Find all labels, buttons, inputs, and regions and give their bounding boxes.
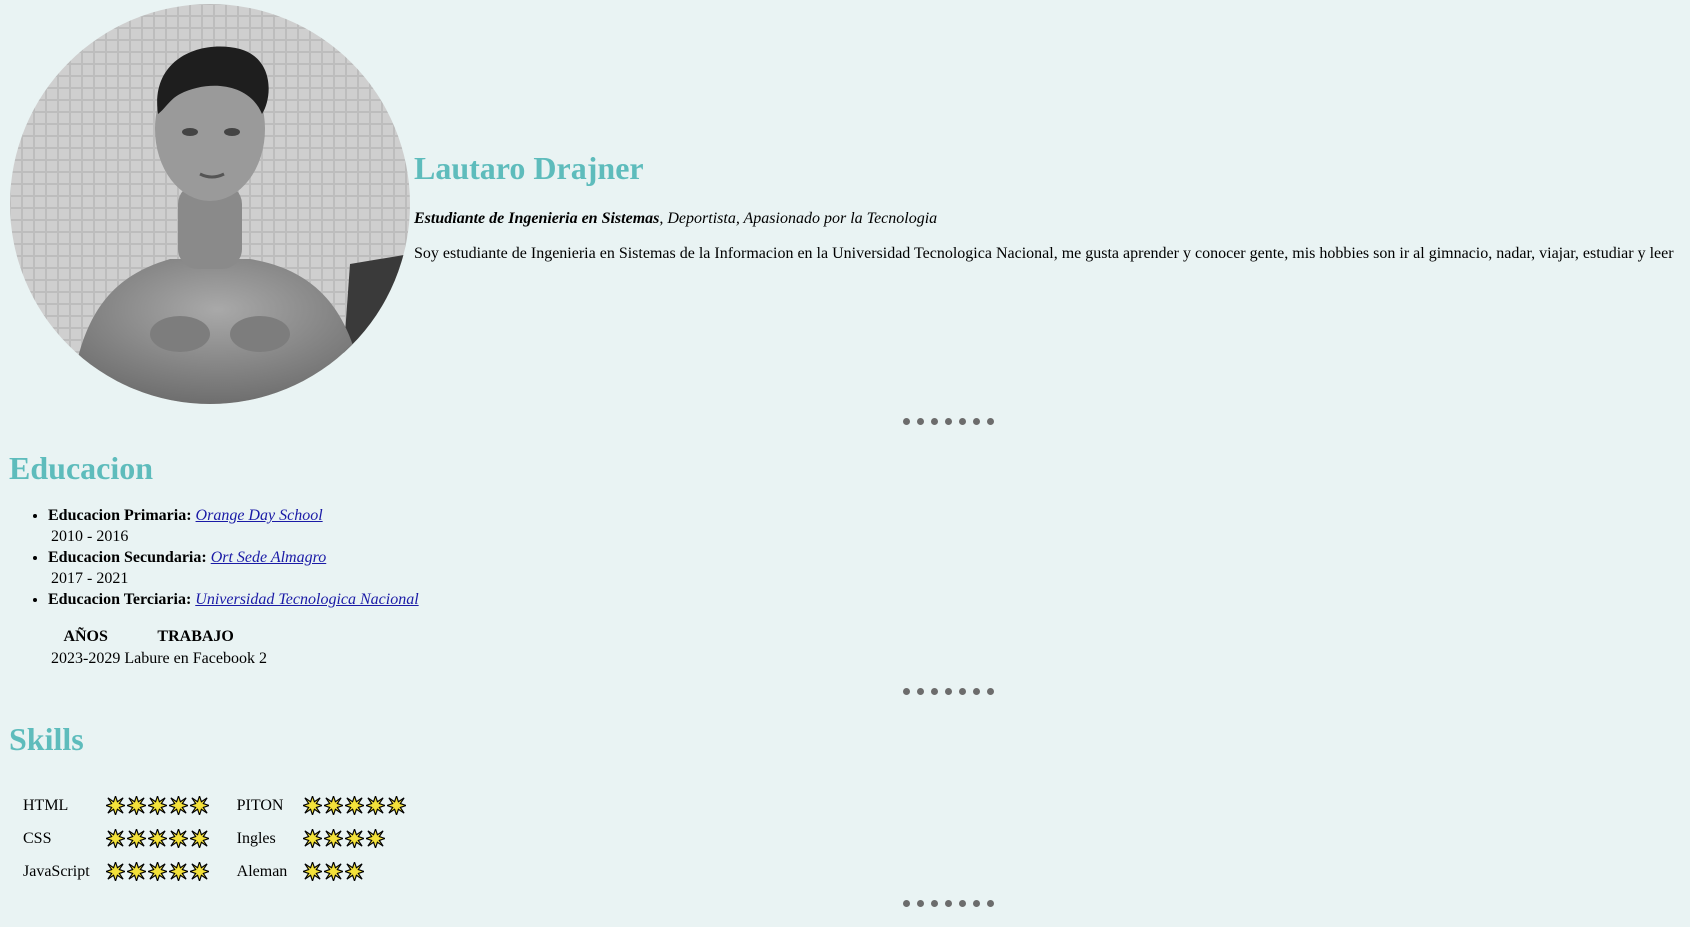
- skill-name: PITON: [236, 796, 284, 814]
- star-icon: [364, 827, 388, 850]
- star-icon: [343, 794, 367, 817]
- star-icon: [385, 794, 409, 817]
- skills-title: Skills: [9, 721, 84, 757]
- star-icon: [187, 860, 211, 883]
- school-link[interactable]: Orange Day School: [196, 507, 323, 524]
- profile-bio: Soy estudiante de Ingenieria en Sistemas…: [414, 245, 1674, 262]
- profile-name: Lautaro Drajner: [414, 150, 644, 186]
- profile-tagline: Estudiante de Ingenieria en Sistemas, De…: [414, 210, 937, 228]
- star-icon: [343, 827, 367, 850]
- star-icon: [103, 860, 127, 883]
- education-years: 2010 - 2016: [51, 528, 129, 545]
- jobs-header-years: AÑOS: [63, 628, 108, 645]
- star-icon: [166, 794, 190, 817]
- education-level: Educacion Terciaria:: [48, 591, 192, 608]
- skill-rating: [301, 858, 430, 885]
- star-icon: [124, 860, 148, 883]
- star-icon: [145, 860, 169, 883]
- school-link[interactable]: Ort Sede Almagro: [211, 549, 327, 566]
- section-divider: [903, 688, 994, 695]
- star-icon: [301, 794, 325, 817]
- header: Lautaro Drajner Estudiante de Ingenieria…: [0, 0, 1690, 410]
- jobs-table: AÑOS TRABAJO 2023-2029 Labure en Faceboo…: [48, 625, 270, 671]
- school-link[interactable]: Universidad Tecnologica Nacional: [195, 591, 418, 608]
- table-row: CSS Ingles: [21, 825, 430, 852]
- star-icon: [322, 827, 346, 850]
- tagline-rest: , Deportista, Apasionado por la Tecnolog…: [659, 210, 938, 227]
- star-icon: [187, 794, 211, 817]
- star-icon: [301, 827, 325, 850]
- star-icon: [103, 827, 127, 850]
- section-divider: [903, 418, 994, 425]
- job-description: Labure en Facebook 2: [124, 650, 267, 667]
- skill-rating: [103, 858, 233, 885]
- skill-name: CSS: [23, 829, 52, 847]
- star-icon: [322, 860, 346, 883]
- education-item: Educacion Primaria: Orange Day School 20…: [48, 505, 419, 547]
- table-row: 2023-2029 Labure en Facebook 2: [50, 649, 268, 669]
- star-icon: [187, 827, 211, 850]
- skill-name: Ingles: [236, 829, 276, 847]
- education-title: Educacion: [9, 450, 154, 486]
- education-item: Educacion Secundaria: Ort Sede Almagro 2…: [48, 547, 419, 589]
- jobs-header-row: AÑOS TRABAJO: [50, 627, 268, 647]
- table-row: HTML PITON: [21, 792, 430, 819]
- skill-rating: [301, 825, 430, 852]
- education-item: Educacion Terciaria: Universidad Tecnolo…: [48, 589, 419, 610]
- education-level: Educacion Primaria:: [48, 507, 192, 524]
- star-icon: [364, 794, 388, 817]
- skill-name: Aleman: [236, 862, 288, 880]
- table-row: JavaScript Aleman: [21, 858, 430, 885]
- skill-name: JavaScript: [23, 862, 90, 880]
- tagline-bold: Estudiante de Ingenieria en Sistemas: [414, 210, 660, 227]
- star-icon: [124, 794, 148, 817]
- star-icon: [103, 794, 127, 817]
- skill-name: HTML: [23, 796, 69, 814]
- education-level: Educacion Secundaria:: [48, 549, 207, 566]
- education-years: 2017 - 2021: [51, 570, 129, 587]
- star-icon: [301, 860, 325, 883]
- star-icon: [124, 827, 148, 850]
- job-years: 2023-2029: [51, 650, 121, 667]
- star-icon: [145, 794, 169, 817]
- jobs-header-work: TRABAJO: [157, 628, 234, 645]
- skill-rating: [103, 792, 233, 819]
- star-icon: [322, 794, 346, 817]
- skills-table: HTML PITON CSS Ingles JavaScript Aleman: [19, 786, 432, 891]
- education-list: Educacion Primaria: Orange Day School 20…: [48, 505, 419, 610]
- profile-photo: [10, 4, 410, 404]
- star-icon: [166, 860, 190, 883]
- skill-rating: [301, 792, 430, 819]
- star-icon: [343, 860, 367, 883]
- star-icon: [145, 827, 169, 850]
- section-divider: [903, 900, 994, 907]
- skill-rating: [103, 825, 233, 852]
- star-icon: [166, 827, 190, 850]
